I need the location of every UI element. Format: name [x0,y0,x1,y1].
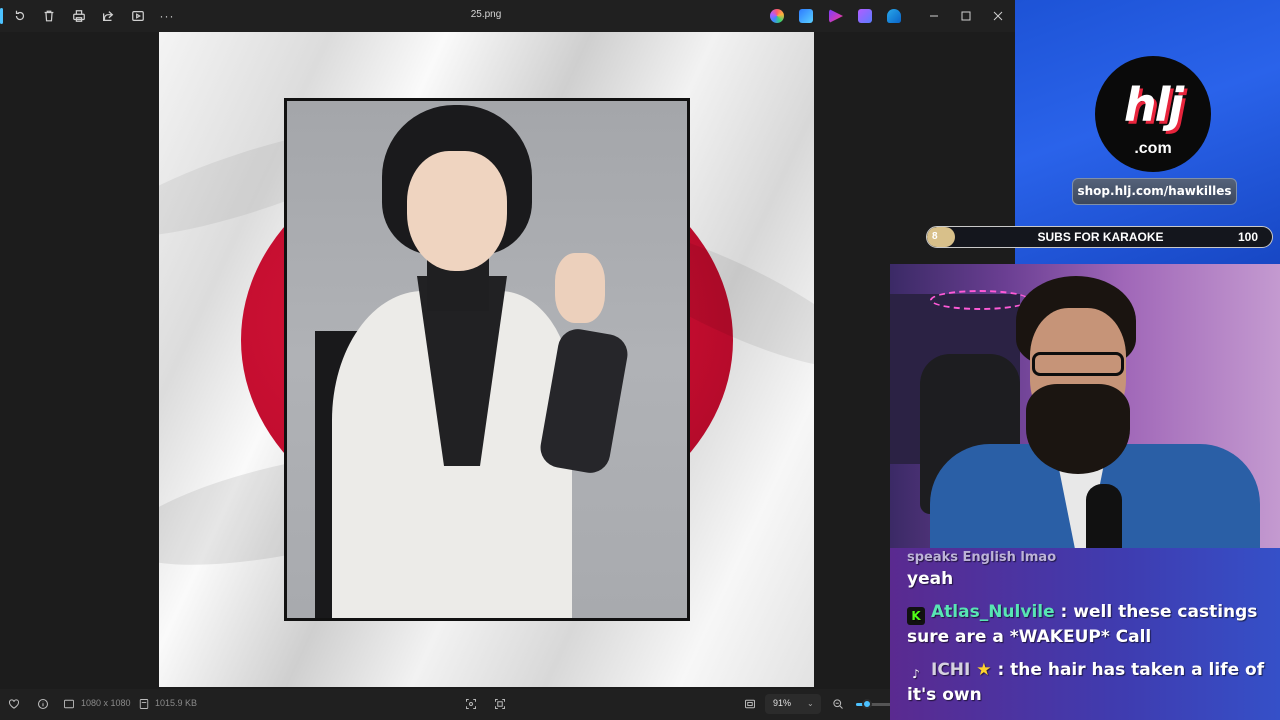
status-bar: 1080 x 1080 1015.9 KB 91% ⌄ [0,689,1015,720]
chat-message: ♪ ICHI ★ : the hair has taken a life of i… [907,658,1272,707]
slideshow-icon [132,11,144,21]
maximize-button[interactable] [954,6,978,26]
minimize-button[interactable] [922,6,946,26]
sub-goal-bar: 8 SUBS FOR KARAOKE 100 [926,226,1273,248]
chat-separator: : [991,660,1011,680]
active-indicator [0,8,3,24]
file-size-icon [137,697,151,711]
tiktok-icon: ♪ [912,667,920,681]
chat-username: Atlas_Nulvile [931,602,1055,622]
image-dimensions: 1080 x 1080 [81,698,131,708]
webcam-beard [1026,384,1130,474]
webcam-feed [890,264,1280,554]
visual-search-button[interactable] [493,697,507,711]
fit-window-icon [745,699,755,709]
rotate-icon [15,10,25,21]
portrait-hand [555,253,605,323]
minimize-icon [930,15,938,17]
heart-icon [8,699,20,709]
more-options-button[interactable]: ··· [156,6,178,26]
kick-icon: K [907,607,925,625]
share-icon [103,11,114,21]
zoom-out-icon [833,699,843,709]
chat-faded-line: speaks English lmao [907,550,1057,565]
file-name-title: 25.png [470,9,502,20]
slideshow-button[interactable] [127,6,149,26]
chat-separator: : [1054,602,1074,622]
favorite-button[interactable] [7,697,21,711]
chevron-down-icon: ⌄ [807,699,814,708]
photo-viewer-window: ··· 25.png 1080 x 1080 1015.9 KB 91% ⌄ [0,0,1015,720]
webcam-glasses [1032,352,1124,376]
share-button[interactable] [97,6,119,26]
title-bar: ··· 25.png [0,0,1015,32]
crop-button[interactable] [464,697,478,711]
fit-to-window-button[interactable] [743,697,757,711]
portrait-photo [284,98,690,621]
chat-message-text: yeah [907,569,954,589]
sub-goal-target: 100 [1237,230,1258,244]
chat-message: yeah [907,567,953,591]
image-canvas[interactable] [159,32,814,687]
shop-url-banner: shop.hlj.com/hawkilles [1072,178,1237,205]
zoom-slider-thumb[interactable] [862,699,873,709]
chat-username: ICHI [931,660,971,680]
file-size: 1015.9 KB [155,698,198,708]
crop-icon [466,699,476,709]
zoom-level: 91% [773,698,792,708]
delete-button[interactable] [38,6,60,26]
editor-icon[interactable] [858,9,872,23]
portrait-face [407,151,507,271]
info-icon [37,698,49,710]
star-badge-icon: ★ [976,660,992,680]
logo-main-text: hlj [1123,78,1184,132]
clipchamp-icon[interactable] [829,9,843,23]
dimensions-icon [62,697,76,711]
webcam-microphone [1086,484,1122,554]
onedrive-icon[interactable] [887,9,901,23]
rotate-button[interactable] [9,6,31,26]
zoom-dropdown[interactable]: 91% ⌄ [765,694,821,714]
copilot-icon[interactable] [770,9,784,23]
maximize-icon [961,11,971,21]
chat-message: K Atlas_Nulvile : well these castings sur… [907,600,1272,649]
sub-goal-label: SUBS FOR KARAOKE [1037,230,1164,244]
printer-icon [73,10,85,22]
logo-sub-text: .com [1134,140,1172,157]
hlj-logo: hlj .com [1095,56,1211,172]
scan-icon [495,699,505,709]
trash-icon [44,10,54,22]
webcam-led-lights [930,290,1030,310]
zoom-out-button[interactable] [831,697,845,711]
edit-image-icon[interactable] [799,9,813,23]
print-button[interactable] [68,6,90,26]
file-info-button[interactable] [36,697,50,711]
chat-overlay: speaks English lmao yeah K Atlas_Nulvile … [890,548,1280,720]
close-icon [993,11,1003,21]
close-button[interactable] [986,6,1010,26]
